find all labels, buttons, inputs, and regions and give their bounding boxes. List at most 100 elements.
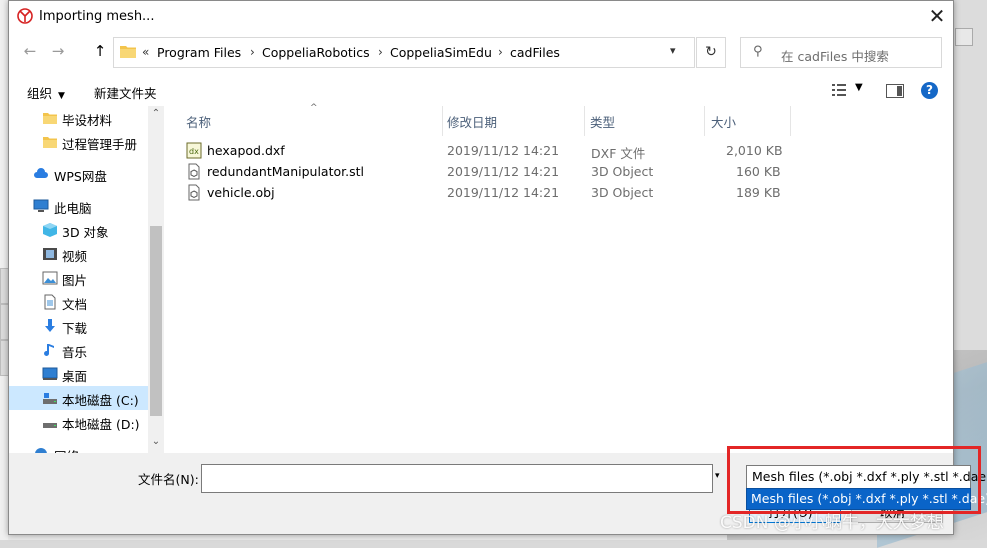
sidebar-item-label: 本地磁盘 (C:) (62, 393, 139, 408)
network-icon (35, 448, 47, 453)
file-size: 189 KB (736, 185, 781, 200)
navigation-bar: ← → ↑ « Program Files › CoppeliaRobotics… (9, 34, 953, 68)
sidebar-item-label: 过程管理手册 (62, 137, 138, 152)
annotation-highlight-box (727, 446, 981, 514)
sidebar-item-label: 桌面 (62, 369, 88, 384)
file-name: redundantManipulator.stl (207, 164, 364, 179)
sidebar-item-music[interactable]: 音乐 (9, 338, 148, 362)
cloud-icon (34, 168, 48, 178)
search-box[interactable]: ⚲ 在 cadFiles 中搜索 (740, 37, 942, 68)
breadcrumb-separator: › (378, 45, 383, 59)
breadcrumb-coppeliasimedu[interactable]: CoppeliaSimEdu (390, 45, 492, 60)
sidebar-item-network[interactable]: 网络 (9, 442, 148, 453)
drive-icon (43, 393, 57, 404)
file-size: 160 KB (736, 164, 781, 179)
filename-input[interactable] (201, 464, 713, 493)
sidebar-item-label: 文档 (62, 297, 88, 312)
sidebar-item-label: 毕设材料 (62, 113, 113, 128)
sidebar-item-label: 音乐 (62, 345, 88, 360)
sidebar-item-pictures[interactable]: 图片 (9, 266, 148, 290)
sidebar-item-graduation-materials[interactable]: 毕设材料 (9, 106, 148, 130)
breadcrumb-coppeliarobotics[interactable]: CoppeliaRobotics (262, 45, 370, 60)
file-row[interactable]: vehicle.obj 2019/11/12 14:21 3D Object 1… (186, 183, 786, 203)
coppelia-app-icon (17, 8, 33, 24)
back-arrow-icon[interactable]: ← (19, 40, 41, 62)
chevron-down-icon[interactable]: ▾ (670, 44, 676, 57)
column-divider[interactable] (790, 106, 791, 136)
sidebar-item-wps-drive[interactable]: WPS网盘 (9, 162, 148, 186)
view-caret-icon[interactable]: ▼ (855, 82, 863, 93)
dialog-title: Importing mesh... (39, 9, 155, 24)
svg-text:dx: dx (189, 147, 199, 156)
organize-label: 组织 (27, 86, 53, 101)
sidebar-item-label: WPS网盘 (54, 169, 107, 184)
sidebar-item-label: 下载 (62, 321, 88, 336)
close-icon[interactable]: ✕ (923, 3, 951, 29)
pictures-icon (42, 271, 58, 285)
scrollbar-thumb[interactable] (150, 226, 162, 416)
organize-menu[interactable]: 组织 ▼ (27, 83, 65, 102)
background-button (955, 28, 973, 46)
file-type: 3D Object (591, 164, 654, 179)
sidebar-scrollbar[interactable]: ⌃ ⌄ (148, 106, 164, 453)
sidebar-item-label: 视频 (62, 249, 88, 264)
sidebar-item-label: 图片 (62, 273, 88, 288)
search-icon: ⚲ (753, 44, 763, 59)
view-options-icon[interactable] (831, 82, 847, 98)
column-header-type[interactable]: 类型 (590, 112, 615, 131)
sidebar-item-local-disk-d[interactable]: 本地磁盘 (D:) (9, 410, 148, 434)
sidebar-item-3d-objects[interactable]: 3D 对象 (9, 218, 148, 242)
desktop-icon (42, 367, 58, 380)
sidebar-item-this-pc[interactable]: 此电脑 (9, 194, 148, 218)
breadcrumb-cadfiles[interactable]: cadFiles (510, 45, 560, 60)
preview-pane-icon[interactable] (886, 84, 904, 98)
chevron-down-icon[interactable]: ▾ (715, 471, 720, 481)
download-icon (45, 319, 55, 332)
sidebar-item-process-manual[interactable]: 过程管理手册 (9, 130, 148, 154)
sidebar-item-downloads[interactable]: 下载 (9, 314, 148, 338)
up-arrow-icon[interactable]: ↑ (89, 40, 111, 62)
help-icon[interactable]: ? (921, 82, 938, 99)
documents-icon (44, 294, 56, 310)
3d-file-icon (188, 184, 200, 201)
folder-icon (43, 113, 57, 124)
sidebar-item-videos[interactable]: 视频 (9, 242, 148, 266)
sort-ascending-icon: ^ (310, 103, 318, 113)
breadcrumb-program-files[interactable]: Program Files (157, 45, 241, 60)
column-header-name[interactable]: 名称 (186, 112, 211, 131)
breadcrumb-overflow[interactable]: « (142, 45, 149, 59)
file-row[interactable]: redundantManipulator.stl 2019/11/12 14:2… (186, 162, 786, 182)
refresh-icon[interactable]: ↻ (696, 37, 726, 68)
address-bar[interactable]: « Program Files › CoppeliaRobotics › Cop… (113, 37, 695, 68)
column-header-size[interactable]: 大小 (711, 112, 736, 131)
3d-file-icon (188, 163, 200, 180)
sidebar-item-desktop[interactable]: 桌面 (9, 362, 148, 386)
3d-objects-icon (43, 223, 57, 237)
sidebar-item-local-disk-c[interactable]: 本地磁盘 (C:) (9, 386, 148, 410)
column-divider[interactable] (704, 106, 705, 136)
file-name: hexapod.dxf (207, 143, 285, 158)
column-divider[interactable] (442, 106, 443, 136)
sidebar-item-label: 3D 对象 (62, 225, 109, 240)
breadcrumb-separator: › (250, 45, 255, 59)
filename-label: 文件名(N): (138, 472, 199, 487)
file-list: ^ 名称 修改日期 类型 大小 dx hexapod.dxf 2019/11/1… (166, 103, 953, 453)
forward-arrow-icon[interactable]: → (47, 40, 69, 62)
breadcrumb-separator: › (498, 45, 503, 59)
music-icon (44, 344, 54, 356)
scroll-down-icon[interactable]: ⌄ (148, 436, 164, 447)
title-bar: Importing mesh... ✕ (9, 1, 953, 32)
watermark: CSDN @小小蜗牛，大大梦想 (720, 513, 944, 533)
scroll-up-icon[interactable]: ⌃ (148, 108, 164, 119)
background-left-toolbar (0, 0, 10, 540)
file-row[interactable]: dx hexapod.dxf 2019/11/12 14:21 DXF 文件 2… (186, 141, 786, 161)
column-header-date[interactable]: 修改日期 (447, 112, 497, 131)
file-date: 2019/11/12 14:21 (447, 164, 560, 179)
caret-down-icon: ▼ (58, 91, 65, 101)
column-divider[interactable] (584, 106, 585, 136)
new-folder-button[interactable]: 新建文件夹 (94, 83, 157, 102)
sidebar-item-documents[interactable]: 文档 (9, 290, 148, 314)
file-name: vehicle.obj (207, 185, 275, 200)
sidebar-item-label: 网络 (54, 446, 79, 453)
search-placeholder: 在 cadFiles 中搜索 (781, 49, 889, 64)
